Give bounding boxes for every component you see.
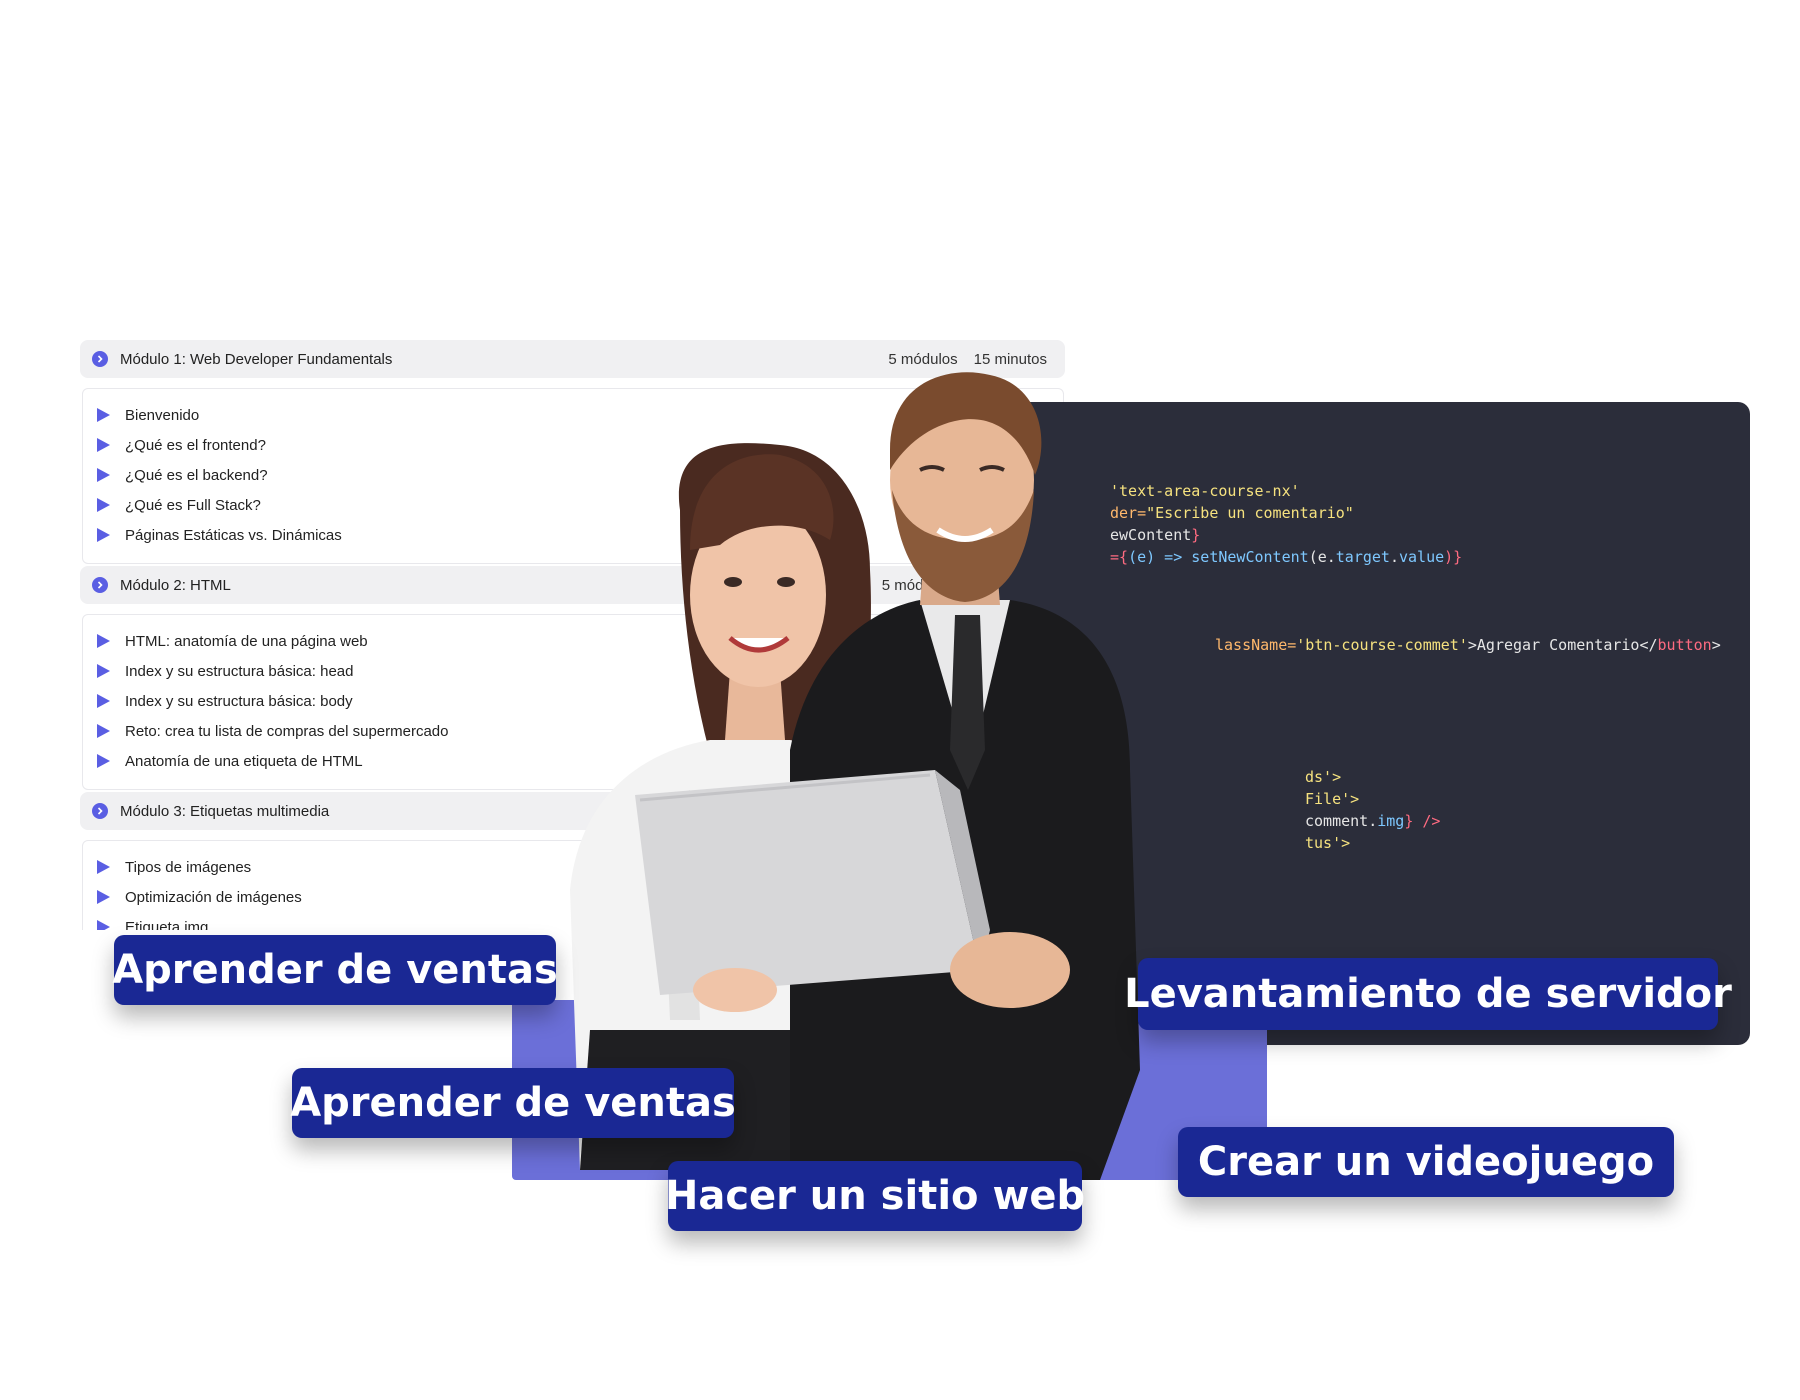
lesson-item[interactable]: ¿Qué es el frontend? — [97, 435, 266, 455]
play-icon — [97, 438, 110, 452]
play-icon — [97, 498, 110, 512]
play-icon — [97, 408, 110, 422]
badge-levantamiento-servidor: Levantamiento de servidor — [1124, 958, 1732, 1030]
lesson-item[interactable]: HTML: anatomía de una página web — [97, 631, 368, 651]
module-1-count: 5 módulos — [888, 350, 958, 368]
badge-aprender-ventas-1: Aprender de ventas — [112, 935, 558, 1005]
lesson-item[interactable]: Reto: crea tu lista de compras del super… — [97, 721, 449, 741]
badge-aprender-ventas-2: Aprender de ventas — [290, 1068, 736, 1138]
play-icon — [97, 724, 110, 738]
lesson-item[interactable]: Etiqueta img — [97, 917, 208, 930]
lesson-item[interactable]: Anatomía de una etiqueta de HTML — [97, 751, 363, 771]
chevron-right-icon — [92, 351, 108, 367]
badge-hacer-sitio-web: Hacer un sitio web — [665, 1161, 1085, 1231]
chevron-right-icon — [92, 803, 108, 819]
lesson-item[interactable]: Index y su estructura básica: body — [97, 691, 353, 711]
play-icon — [97, 860, 110, 874]
chevron-right-icon — [92, 577, 108, 593]
lesson-item[interactable]: ¿Qué es el backend? — [97, 465, 268, 485]
people-with-laptop-illustration — [570, 372, 1140, 1180]
laptop — [635, 770, 990, 995]
play-icon — [97, 528, 110, 542]
module-1-duration: 15 minutos — [973, 350, 1047, 368]
play-icon — [97, 890, 110, 904]
module-1-title: Módulo 1: Web Developer Fundamentals — [120, 350, 393, 368]
code-line: comment.img} /> — [1305, 812, 1441, 830]
lesson-item[interactable]: Páginas Estáticas vs. Dinámicas — [97, 525, 342, 545]
lesson-item[interactable]: Tipos de imágenes — [97, 857, 251, 877]
play-icon — [97, 634, 110, 648]
play-icon — [97, 664, 110, 678]
play-icon — [97, 468, 110, 482]
lesson-item[interactable]: Index y su estructura básica: head — [97, 661, 353, 681]
lesson-item[interactable]: ¿Qué es Full Stack? — [97, 495, 261, 515]
play-icon — [97, 694, 110, 708]
lesson-item[interactable]: Optimización de imágenes — [97, 887, 302, 907]
play-icon — [97, 920, 110, 930]
play-icon — [97, 754, 110, 768]
badge-crear-videojuego: Crear un videojuego — [1178, 1127, 1674, 1197]
lesson-item[interactable]: Bienvenido — [97, 405, 199, 425]
